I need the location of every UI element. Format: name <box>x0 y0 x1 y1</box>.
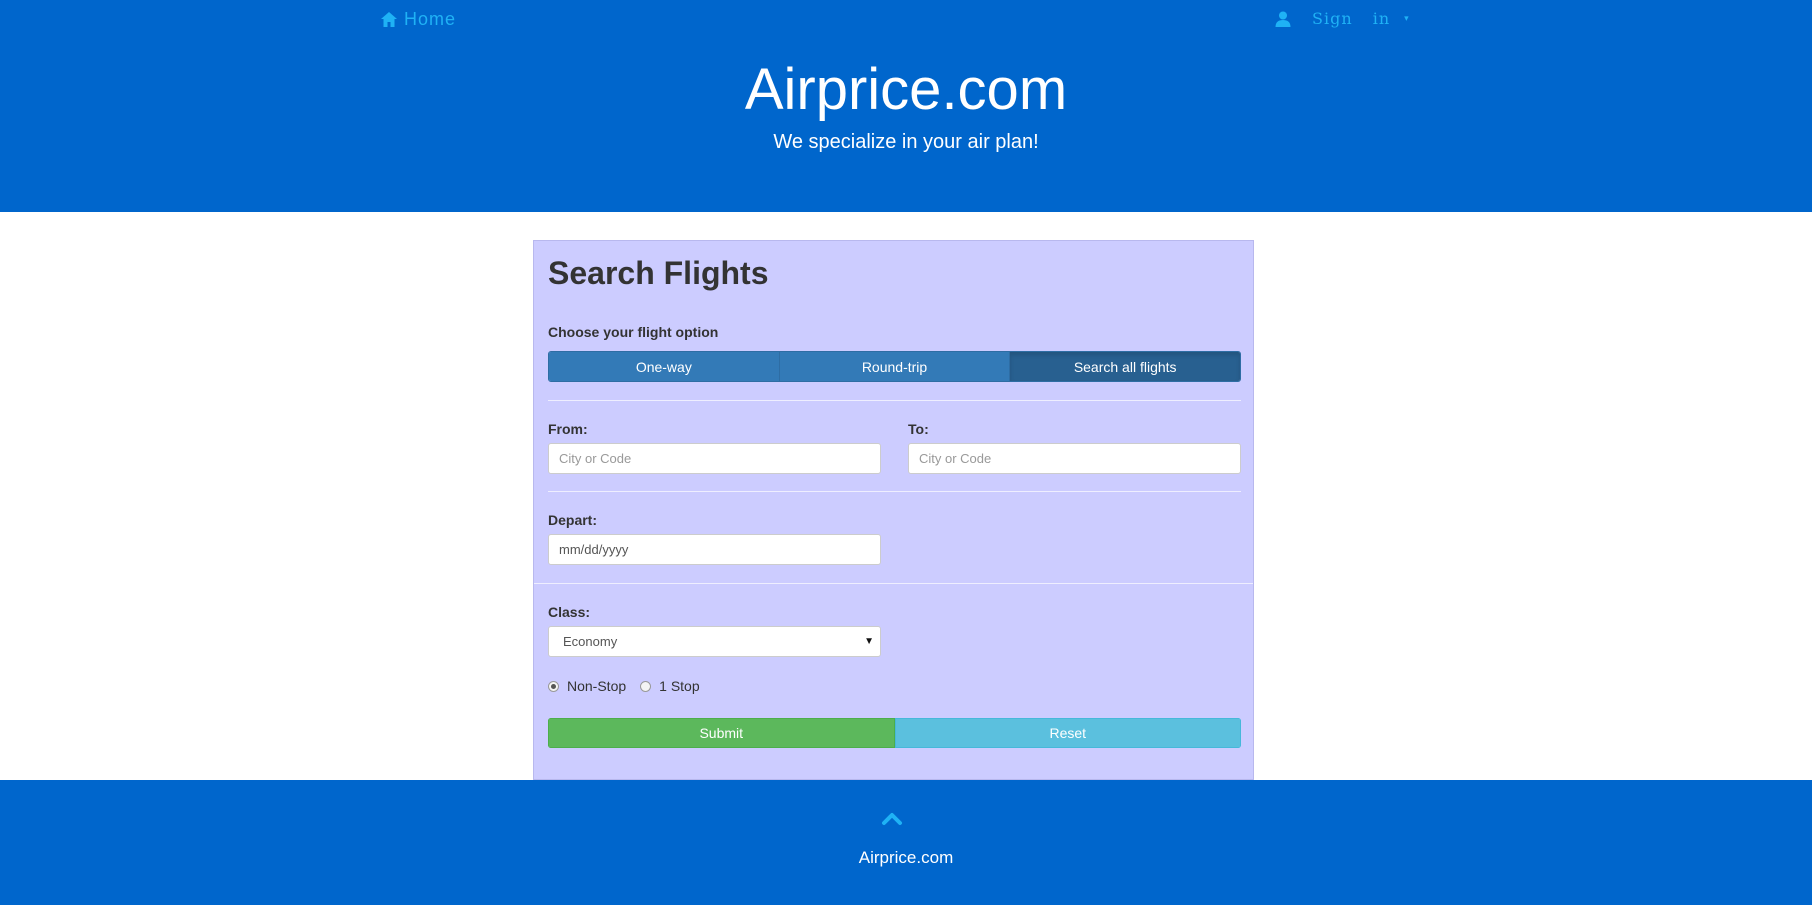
one-stop-label[interactable]: 1 Stop <box>659 678 699 694</box>
chevron-up-icon[interactable] <box>881 810 903 826</box>
from-input[interactable]: City or Code <box>548 443 881 474</box>
dropdown-arrow-icon: ▼ <box>864 636 874 647</box>
submit-button[interactable]: Submit <box>548 718 895 748</box>
search-all-flights-button[interactable]: Search all flights <box>1010 352 1240 381</box>
site-header: Home Sign in ▾ Airprice.com We specializ… <box>0 0 1812 212</box>
nav-home-link[interactable]: Home <box>380 9 456 30</box>
home-icon <box>381 11 397 27</box>
divider <box>534 583 1253 584</box>
class-select-value: Economy <box>563 634 618 649</box>
reset-button[interactable]: Reset <box>894 718 1241 748</box>
one-stop-radio[interactable] <box>640 680 652 692</box>
user-icon <box>1275 11 1291 27</box>
stops-radio-group: Non-Stop 1 Stop <box>548 678 714 694</box>
site-tagline: We specialize in your air plan! <box>773 131 1039 153</box>
search-title: Search Flights <box>548 255 769 291</box>
non-stop-radio[interactable] <box>548 680 559 692</box>
site-footer: Airprice.com <box>0 780 1812 905</box>
caret-down-icon: ▾ <box>1404 13 1409 24</box>
non-stop-label[interactable]: Non-Stop <box>567 678 626 694</box>
to-label: To: <box>908 421 929 437</box>
flight-option-group: One-way Round-trip Search all flights <box>548 351 1241 382</box>
divider <box>548 491 1241 492</box>
from-label: From: <box>548 421 588 437</box>
class-select[interactable]: Economy ▼ <box>548 626 881 657</box>
one-way-button[interactable]: One-way <box>549 352 780 381</box>
class-label: Class: <box>548 604 591 620</box>
footer-site-name: Airprice.com <box>858 848 954 867</box>
to-input[interactable]: City or Code <box>908 443 1241 474</box>
depart-date-input[interactable]: mm/dd/yyyy <box>548 534 881 565</box>
divider <box>548 400 1241 401</box>
search-flights-panel: Search Flights Choose your flight option… <box>533 240 1254 780</box>
depart-label: Depart: <box>548 512 598 528</box>
round-trip-button[interactable]: Round-trip <box>779 352 1011 381</box>
nav-signin-dropdown[interactable]: Sign in ▾ <box>1274 9 1409 28</box>
nav-signin-label: Sign in <box>1312 9 1391 28</box>
nav-home-label: Home <box>404 9 457 29</box>
flight-option-label: Choose your flight option <box>548 324 719 340</box>
site-title: Airprice.com <box>744 57 1068 122</box>
form-actions: Submit Reset <box>548 718 1241 748</box>
